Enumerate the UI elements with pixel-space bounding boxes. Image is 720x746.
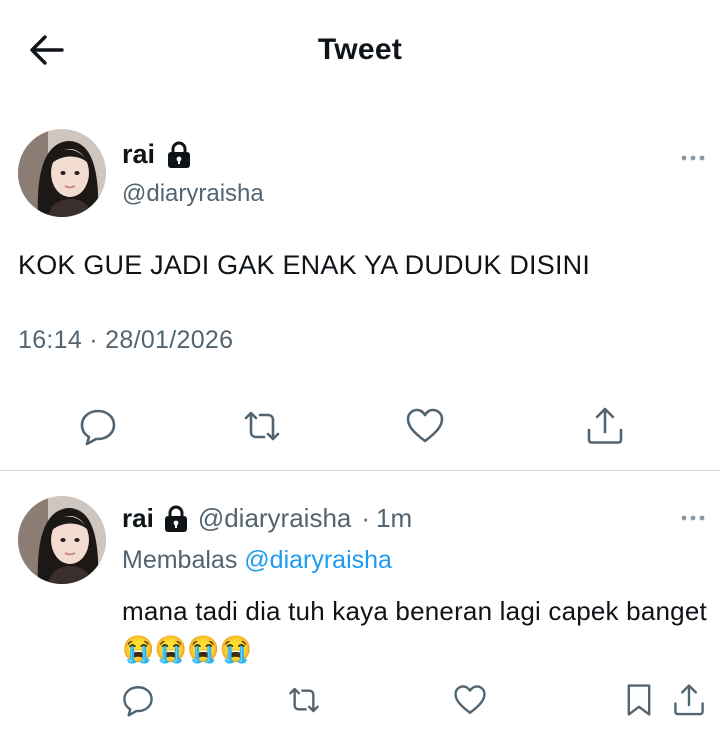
tweet-timestamp[interactable]: 16:14 · 28/01/2026 — [18, 326, 233, 355]
tweet-text: KOK GUE JADI GAK ENAK YA DUDUK DISINI — [18, 250, 591, 280]
more-horizontal-icon — [681, 515, 705, 521]
like-icon — [406, 408, 444, 443]
replying-to: Membalas @diaryraisha — [122, 546, 392, 575]
reply-icon — [123, 686, 153, 717]
reply-text: mana tadi dia tuh kaya beneran lagi cape… — [122, 596, 707, 664]
like-button[interactable] — [453, 683, 487, 717]
retweet-icon — [289, 687, 319, 713]
separator-dot: · — [361, 503, 371, 533]
replying-label: Membalas — [122, 546, 238, 574]
avatar[interactable] — [18, 496, 106, 584]
like-icon — [454, 685, 486, 714]
replying-to-link[interactable]: @diaryraisha — [244, 546, 392, 574]
like-button[interactable] — [405, 406, 445, 446]
retweet-button[interactable] — [287, 683, 321, 717]
author-name-row: rai — [122, 139, 191, 170]
avatar[interactable] — [18, 129, 106, 217]
bookmark-icon — [627, 684, 651, 716]
author-handle[interactable]: @diaryraisha — [198, 503, 352, 534]
display-name[interactable]: rai — [122, 139, 155, 170]
avatar-photo — [18, 129, 106, 217]
reply-button[interactable] — [121, 683, 155, 717]
display-name[interactable]: rai — [122, 503, 154, 534]
share-icon — [587, 407, 623, 444]
divider — [0, 470, 720, 471]
reply-time[interactable]: 1m — [376, 503, 412, 534]
lock-icon — [168, 141, 191, 168]
reply-button[interactable] — [78, 406, 118, 446]
lock-icon — [164, 505, 187, 532]
reply-icon — [80, 409, 116, 446]
retweet-icon — [244, 411, 280, 441]
more-options-button[interactable] — [680, 513, 706, 523]
bookmark-button[interactable] — [622, 683, 656, 717]
share-icon — [674, 684, 704, 716]
author-handle[interactable]: @diaryraisha — [122, 180, 264, 208]
share-button[interactable] — [585, 406, 625, 446]
more-options-button[interactable] — [680, 153, 706, 163]
reply-author-row: rai @diaryraisha · 1m — [122, 503, 412, 534]
page-title: Tweet — [317, 33, 403, 66]
more-horizontal-icon — [681, 155, 705, 161]
retweet-button[interactable] — [242, 406, 282, 446]
avatar-photo — [18, 496, 106, 584]
share-button[interactable] — [672, 683, 706, 717]
